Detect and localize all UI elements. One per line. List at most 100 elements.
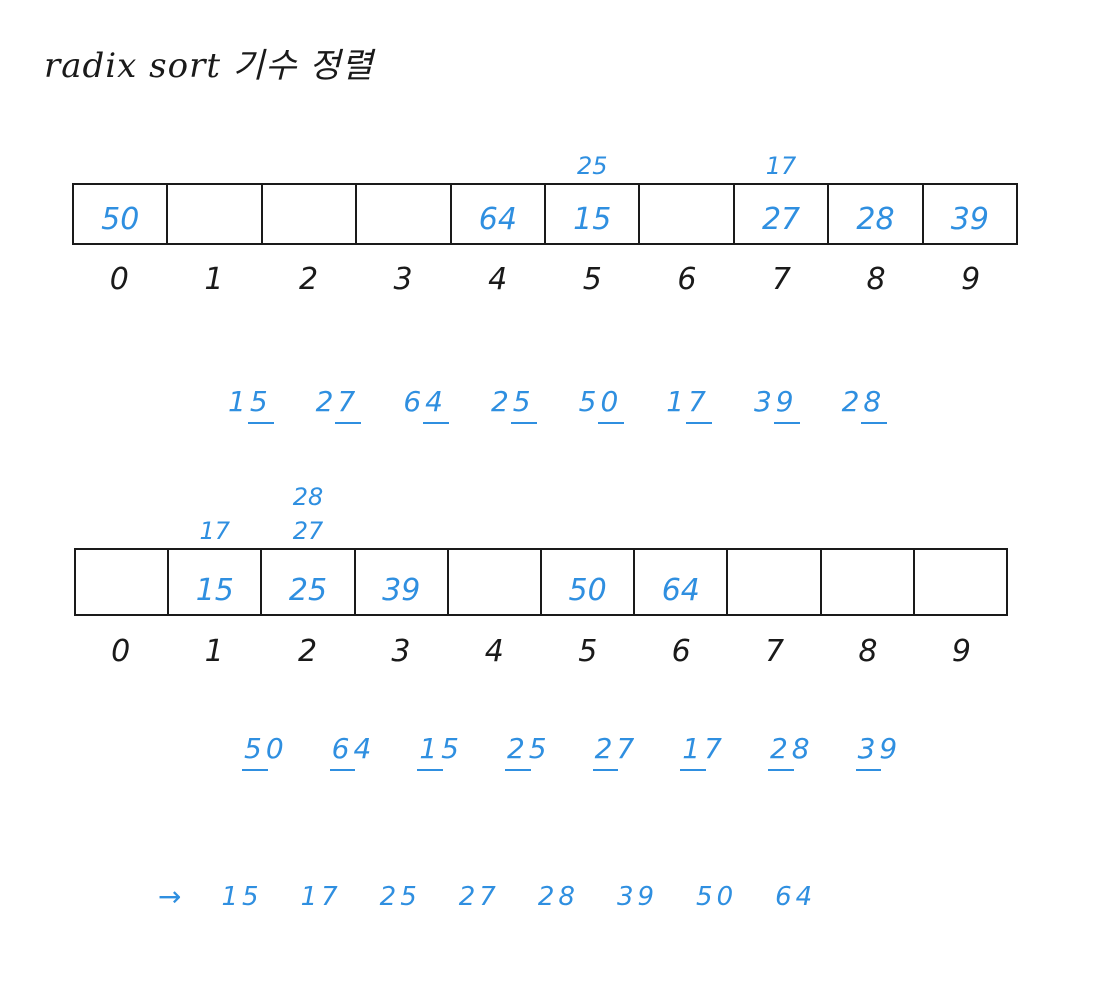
underlined-digit: 5 [242,732,268,771]
bucket-cell: 39 [356,550,449,614]
sorted-value: 25 [379,881,421,912]
underlined-digit: 8 [861,385,888,424]
bucket-value: 50 [568,573,607,608]
bucket-value: 28 [856,202,895,237]
leading-digit: 2 [315,385,338,418]
bucket-cell: 50 [74,185,169,243]
bucket-index: 9 [951,634,971,669]
leading-digit: 1 [228,385,250,418]
sequence-number: 50 [578,385,625,424]
sequence-number: 17 [680,732,726,771]
sorted-value: 27 [458,881,500,912]
bucket-index: 8 [866,262,886,297]
bucket-cell: 28 [829,185,924,243]
bucket-stack: 27 28 [262,480,353,550]
bucket-index: 3 [393,262,413,297]
underlined-digit: 7 [335,385,362,424]
trailing-digit: 4 [353,732,376,765]
bucket-cell: 64 [635,550,729,614]
leading-digit: 3 [753,385,776,418]
bucket-value: 15 [195,573,234,608]
bucket-cell [449,550,543,614]
trailing-digit: 7 [616,732,639,765]
bucket-value-stacked: 17 [765,152,797,180]
sorted-value: 28 [537,881,579,912]
sequence-number: 25 [490,385,537,424]
bucket-value: 39 [382,573,421,608]
sequence-number: 27 [315,385,362,424]
sequence-number: 39 [753,385,800,424]
bucket-cell [915,550,1006,614]
leading-digit: 1 [666,385,689,418]
bucket-value: 64 [478,202,517,237]
underlined-digit: 2 [767,732,794,771]
underlined-digit: 2 [504,732,531,771]
sequence-number: 64 [329,732,376,771]
bucket-cell: 39 [924,185,1016,243]
trailing-digit: 5 [528,732,551,765]
bucket-index: 1 [204,634,224,669]
underlined-digit: 5 [510,385,537,424]
bucket-cell [822,550,915,614]
bucket-stack: 17 [169,514,260,550]
bucket-index: 1 [204,262,224,297]
underlined-digit: 5 [247,385,274,424]
bucket-index: 4 [484,634,504,669]
underlined-digit: 1 [417,732,443,771]
bucket-value: 50 [101,202,140,237]
sorted-value: 15 [221,881,263,912]
sorted-value: 39 [616,881,659,912]
underlined-digit: 3 [855,732,882,771]
bucket-index-row-pass-1: 0 1 2 3 4 5 6 7 8 9 [72,262,1018,297]
bucket-index: 5 [582,262,602,297]
bucket-value-stacked: 27 [292,517,324,545]
bucket-index: 2 [297,634,318,669]
leading-digit: 6 [403,385,426,418]
bucket-cell [728,550,822,614]
bucket-index: 2 [298,262,319,297]
sorted-result: → 15 17 25 27 28 39 50 64 [158,880,854,913]
page-title: radix sort 기수 정렬 [44,46,374,86]
bucket-value: 25 [288,573,328,608]
bucket-stack: 17 [735,149,827,185]
bucket-value-stacked: 28 [292,483,324,511]
underlined-digit: 2 [592,732,619,771]
bucket-value: 64 [661,573,700,608]
sequence-after-pass-2: 50 64 15 25 27 17 28 39 [242,732,945,771]
leading-digit: 5 [578,385,601,418]
bucket-cell [76,550,170,614]
bucket-cell [640,185,735,243]
underlined-digit: 0 [598,385,625,424]
arrow-icon: → [158,880,182,913]
trailing-digit: 5 [441,732,463,765]
trailing-digit: 0 [265,732,288,765]
bucket-index: 6 [671,634,691,669]
leading-digit: 2 [490,385,513,418]
sequence-after-pass-1: 15 27 64 25 50 17 39 28 [228,385,929,424]
sequence-number: 28 [841,385,888,424]
bucket-cell: 25 27 28 [262,483,356,614]
sequence-number: 39 [855,732,902,771]
bucket-index: 8 [858,634,878,669]
bucket-index: 4 [488,262,508,297]
sequence-number: 15 [228,385,274,424]
sorted-value: 50 [696,881,738,912]
bucket-index: 0 [111,634,131,669]
bucket-stack: 25 [546,149,638,185]
underlined-digit: 9 [773,385,800,424]
leading-digit: 2 [841,385,864,418]
sequence-number: 28 [767,732,814,771]
bucket-cell: 27 17 [735,152,830,243]
bucket-index: 7 [765,634,785,669]
sequence-number: 25 [504,732,551,771]
bucket-index: 0 [109,262,129,297]
bucket-value-stacked: 25 [576,152,608,180]
trailing-digit: 9 [879,732,902,765]
bucket-cell [168,185,263,243]
bucket-index: 3 [391,634,411,669]
bucket-cell [357,185,452,243]
bucket-index: 9 [961,262,981,297]
bucket-row-pass-1: 50 64 15 25 27 17 28 39 [72,152,1018,245]
trailing-digit: 7 [704,732,726,765]
bucket-index: 5 [578,634,598,669]
